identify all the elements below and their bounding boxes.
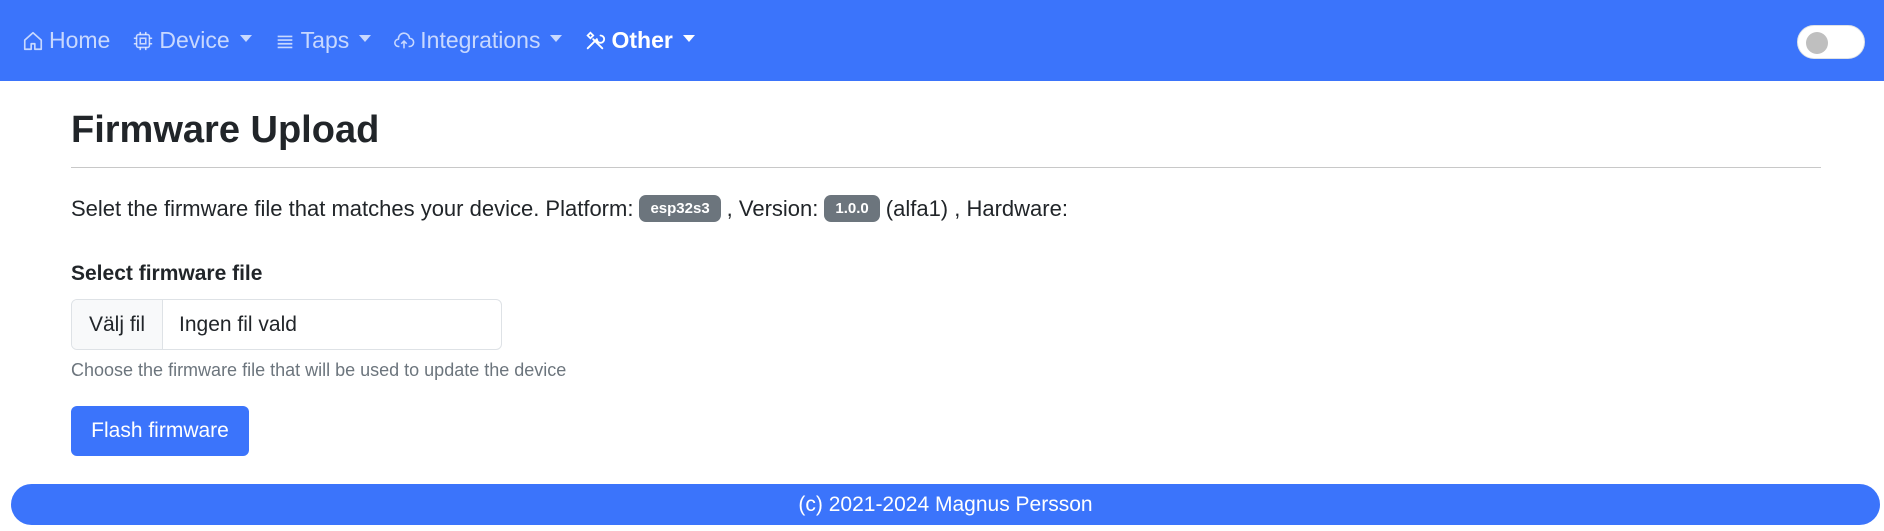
nav-taps-label: Taps xyxy=(300,27,350,53)
flash-firmware-button[interactable]: Flash firmware xyxy=(71,406,249,456)
nav-home[interactable]: Home xyxy=(22,27,110,54)
file-status-text: Ingen fil vald xyxy=(179,312,297,336)
theme-toggle-switch[interactable] xyxy=(1797,25,1865,59)
choose-file-button[interactable]: Välj fil xyxy=(72,300,163,349)
platform-badge: esp32s3 xyxy=(639,195,721,222)
footer: (c) 2021-2024 Magnus Persson xyxy=(11,484,1880,525)
version-badge: 1.0.0 xyxy=(824,195,880,222)
list-icon xyxy=(274,30,296,52)
firmware-description: Selet the firmware file that matches you… xyxy=(71,195,1821,222)
description-prefix: Selet the firmware file that matches you… xyxy=(71,195,634,221)
caret-down-icon xyxy=(682,35,695,42)
house-icon xyxy=(22,30,44,52)
main-content: Firmware Upload Selet the firmware file … xyxy=(71,81,1821,456)
version-label: , Version: xyxy=(726,195,819,221)
cpu-icon xyxy=(132,30,154,52)
firmware-file-input[interactable]: Välj fil Ingen fil vald xyxy=(71,299,502,350)
firmware-file-label: Select firmware file xyxy=(71,262,263,285)
caret-down-icon xyxy=(359,35,372,42)
firmware-help-text: Choose the firmware file that will be us… xyxy=(71,360,567,380)
nav-taps-dropdown[interactable]: Taps xyxy=(274,27,372,54)
tools-icon xyxy=(584,30,606,52)
version-suffix: (alfa1) , Hardware: xyxy=(885,195,1068,221)
toggle-knob xyxy=(1806,32,1828,54)
nav-home-label: Home xyxy=(49,27,111,53)
divider xyxy=(71,167,1821,168)
nav-other-dropdown[interactable]: Other xyxy=(584,27,695,54)
cloud-upload-icon xyxy=(393,30,415,52)
caret-down-icon xyxy=(550,35,563,42)
nav-device-dropdown[interactable]: Device xyxy=(132,27,252,54)
caret-down-icon xyxy=(239,35,252,42)
nav-other-label: Other xyxy=(611,27,673,53)
page-title: Firmware Upload xyxy=(71,109,380,151)
nav-integrations-label: Integrations xyxy=(420,27,541,53)
nav-integrations-dropdown[interactable]: Integrations xyxy=(393,27,563,54)
top-navbar: Home Device Taps Integrations Other xyxy=(0,0,1884,81)
copyright-text: (c) 2021-2024 Magnus Persson xyxy=(798,492,1093,516)
nav-device-label: Device xyxy=(159,27,230,53)
